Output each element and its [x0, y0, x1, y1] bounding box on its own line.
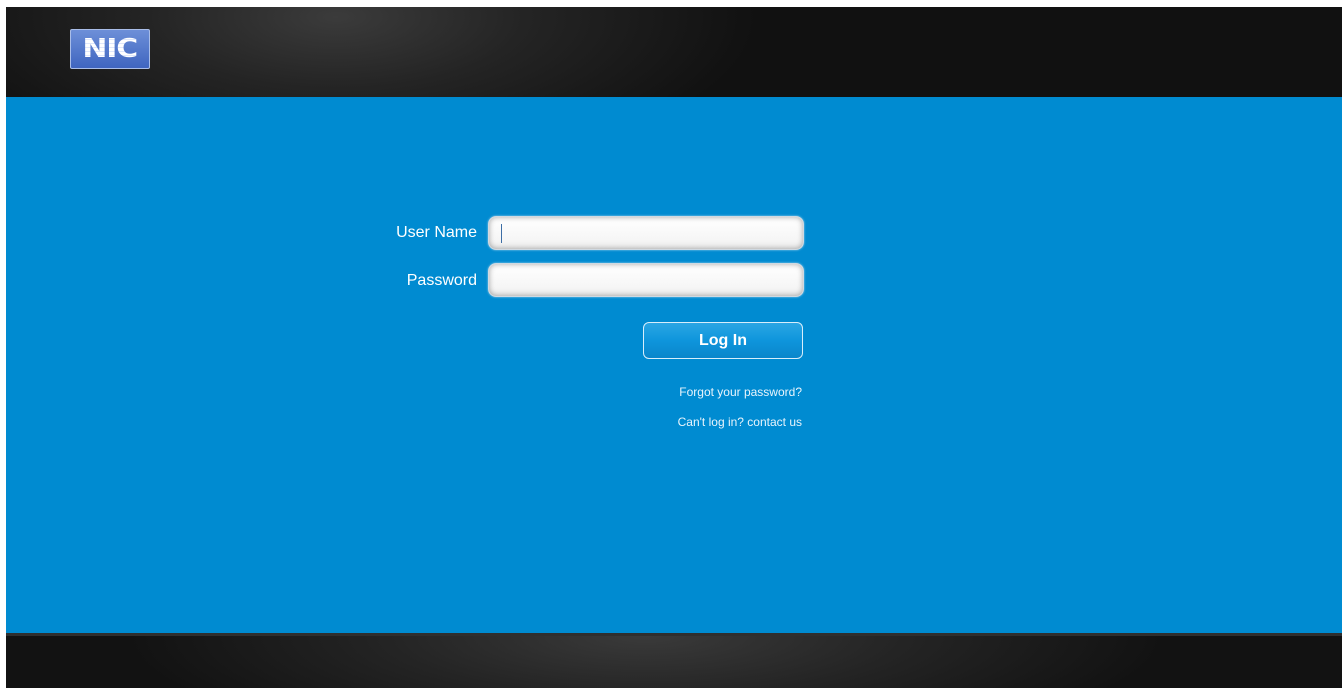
page-frame: NIC User Name Password Log In Forgot you…: [6, 7, 1342, 688]
contact-us-link[interactable]: Can't log in? contact us: [552, 414, 802, 430]
text-cursor: [501, 224, 502, 243]
forgot-password-link[interactable]: Forgot your password?: [552, 384, 802, 400]
nic-logo: NIC: [70, 29, 150, 69]
header-bar: NIC: [6, 7, 1342, 97]
login-button[interactable]: Log In: [643, 322, 803, 359]
login-panel: User Name Password Log In Forgot your pa…: [6, 97, 1342, 633]
username-input[interactable]: [488, 216, 804, 250]
password-label: Password: [406, 272, 477, 289]
footer-bar: [6, 633, 1342, 688]
username-label: User Name: [396, 224, 477, 241]
password-input[interactable]: [488, 263, 804, 297]
logo-text: NIC: [82, 34, 139, 64]
